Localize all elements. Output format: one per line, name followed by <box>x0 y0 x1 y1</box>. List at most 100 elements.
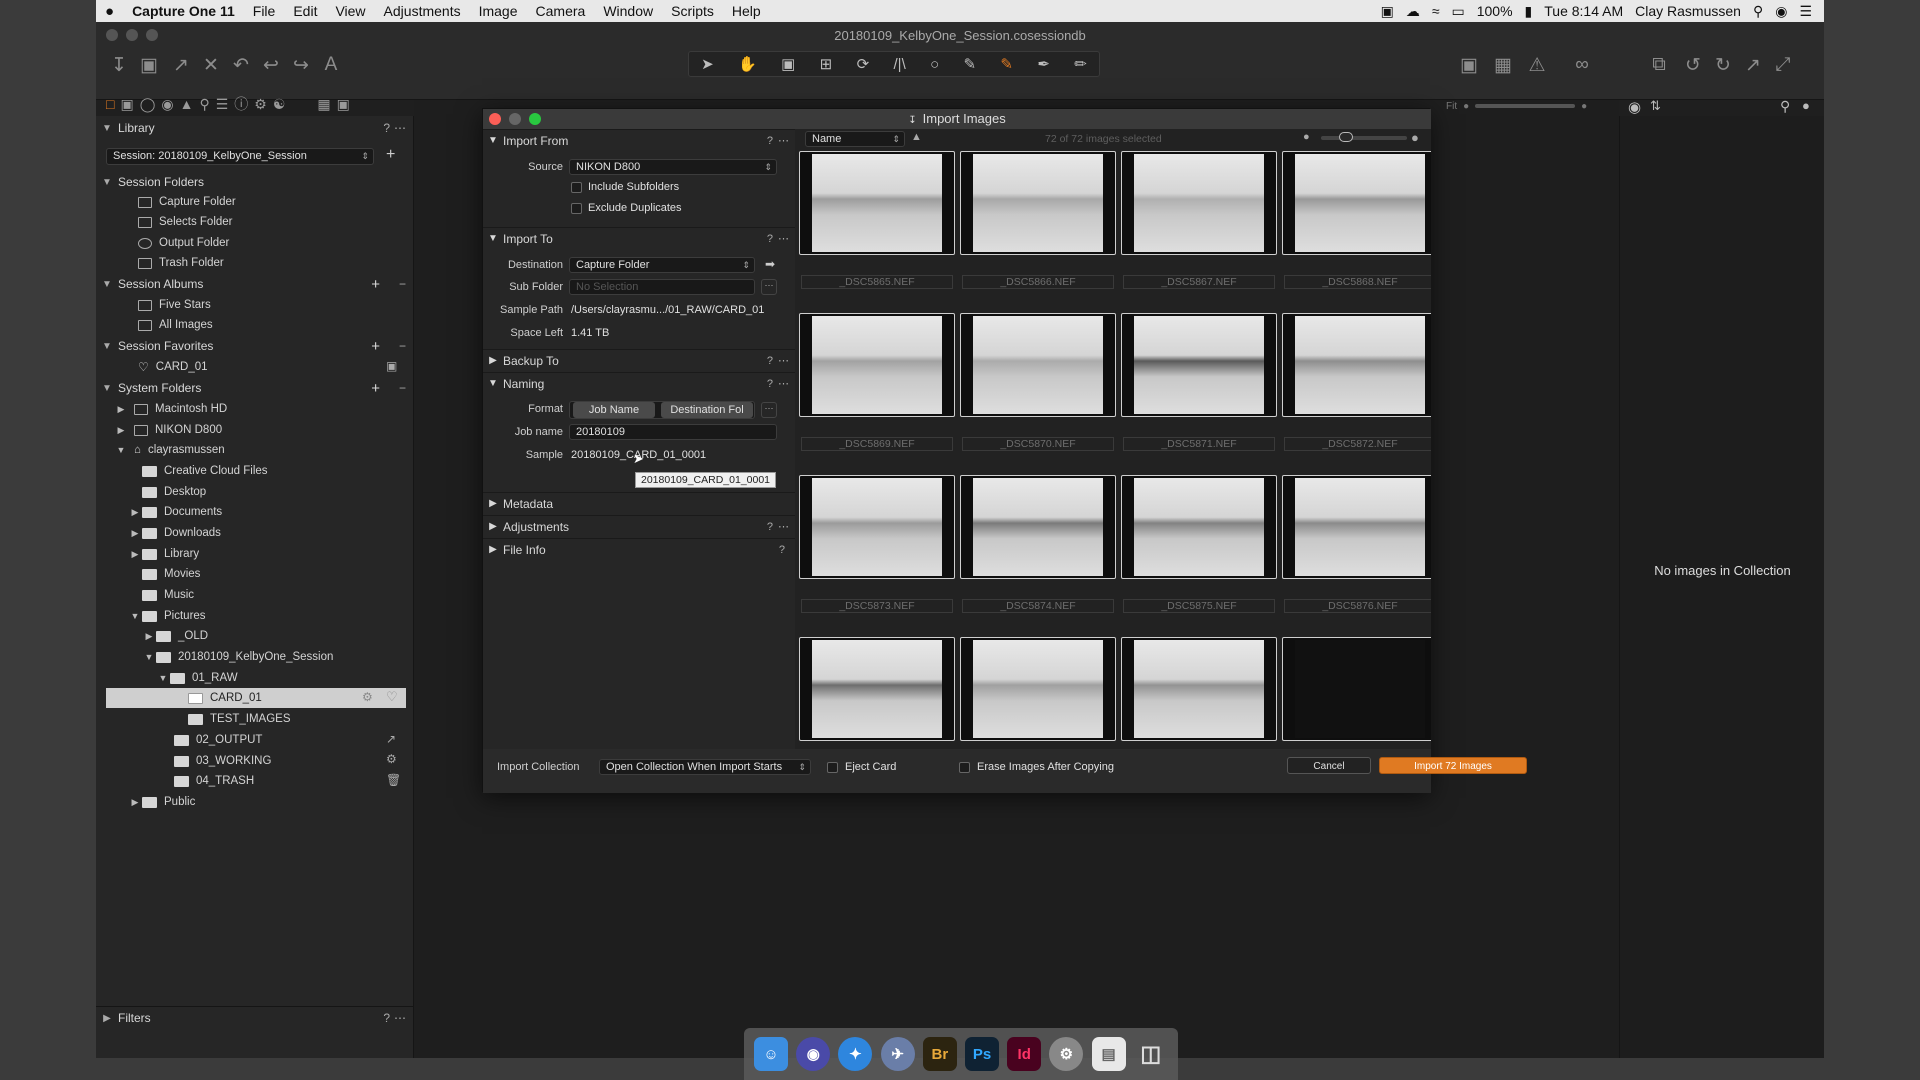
folder-music[interactable]: Music <box>142 585 194 605</box>
more-icon[interactable]: ⋯ <box>778 232 789 245</box>
import-button[interactable]: Import 72 Images <box>1379 757 1527 774</box>
exclude-duplicates-checkbox[interactable] <box>571 203 582 214</box>
sort-icon[interactable]: ⇅ <box>1650 98 1661 114</box>
help-icon[interactable]: ? <box>779 544 785 556</box>
remove-icon[interactable]: − <box>399 339 406 353</box>
launchpad-icon[interactable]: ✈ <box>880 1037 915 1071</box>
import-from-header[interactable]: ▼ Import From ? ⋯ <box>483 129 795 151</box>
color-picker-icon[interactable]: ✒ <box>1037 55 1050 73</box>
add-icon[interactable]: + <box>386 146 395 164</box>
naming-header[interactable]: ▼ Naming ? ⋯ <box>483 372 795 394</box>
folder-macintosh-hd[interactable]: ▶ Macintosh HD <box>114 399 228 419</box>
menu-help[interactable]: Help <box>723 3 770 19</box>
thumbnail[interactable] <box>1121 313 1277 417</box>
system-folders-header[interactable]: ▼ System Folders + − <box>96 378 414 398</box>
wifi-icon[interactable]: ≈ <box>1432 3 1440 19</box>
thumbnail[interactable] <box>1121 475 1277 579</box>
five-stars-item[interactable]: Five Stars <box>138 295 211 315</box>
subfolder-input[interactable]: No Selection <box>569 279 755 295</box>
filters-header[interactable]: ▶ Filters ? ⋯ <box>96 1008 414 1028</box>
subfolder-options-button[interactable]: ⋯ <box>761 279 777 295</box>
grid-icon[interactable]: ▦ <box>1490 52 1516 78</box>
selects-folder-item[interactable]: Selects Folder <box>138 212 233 232</box>
menu-view[interactable]: View <box>326 3 374 19</box>
session-folders-header[interactable]: ▼ Session Folders <box>96 172 414 192</box>
add-icon[interactable]: + <box>371 276 380 293</box>
folder-session[interactable]: ▼ 20180109_KelbyOne_Session <box>142 647 334 667</box>
session-select[interactable]: Session: 20180109_KelbyOne_Session ⇕ <box>106 148 374 165</box>
select-cursor-icon[interactable]: ➤ <box>701 55 714 73</box>
more-icon[interactable]: ⋯ <box>778 354 789 367</box>
photoshop-icon[interactable]: Ps <box>965 1037 1000 1071</box>
crop-cursor-icon[interactable]: ⊞ <box>820 55 833 73</box>
export-icon[interactable]: ↗ <box>168 52 194 78</box>
import-to-header[interactable]: ▼ Import To ? ⋯ <box>483 227 795 249</box>
more-icon[interactable]: ⋯ <box>394 1011 406 1025</box>
remove-icon[interactable]: − <box>399 381 406 395</box>
capture-folder-item[interactable]: Capture Folder <box>138 192 236 212</box>
airplay-icon[interactable]: ▭ <box>1452 3 1465 20</box>
thumbnail[interactable] <box>799 313 955 417</box>
trash-icon[interactable]: 🗑 <box>386 773 401 787</box>
sort-select[interactable]: Name ⇕ <box>805 131 905 147</box>
metadata-header[interactable]: ▶ Metadata <box>483 492 795 514</box>
output-folder-item[interactable]: Output Folder <box>138 233 229 253</box>
job-name-token[interactable]: Job Name <box>573 402 655 418</box>
capture-tab-icon[interactable]: ▣ <box>120 96 133 113</box>
source-select[interactable]: NIKON D800 ⇕ <box>569 159 777 175</box>
rotate-left-icon[interactable]: ↺ <box>1680 52 1706 78</box>
gradient-brush-icon[interactable]: ✎ <box>1000 55 1013 73</box>
slider-knob[interactable] <box>1339 132 1353 142</box>
metadata-tab-icon[interactable]: ⓘ <box>234 94 248 114</box>
creative-cloud-icon[interactable]: ☁ <box>1406 3 1420 20</box>
reset-icon[interactable]: ↶ <box>228 52 254 78</box>
card01-favorite-item[interactable]: ♡ CARD_01 <box>138 357 208 377</box>
thumbnail[interactable] <box>1282 313 1431 417</box>
session-favorites-header[interactable]: ▼ Session Favorites + − <box>96 336 414 356</box>
lens-tab-icon[interactable]: ◯ <box>140 96 156 113</box>
menu-window[interactable]: Window <box>594 3 662 19</box>
brush-cursor-icon[interactable]: ✎ <box>963 55 976 73</box>
folder-nikon-d800[interactable]: ▶ NIKON D800 <box>114 420 223 440</box>
help-icon[interactable]: ? <box>767 135 773 147</box>
folder-public[interactable]: ▶ Public <box>128 792 196 812</box>
import-icon[interactable]: ↧ <box>106 52 132 78</box>
finder-icon[interactable]: ☺ <box>754 1037 789 1071</box>
minimize-dialog-button[interactable] <box>509 113 521 125</box>
camera-icon[interactable]: ▣ <box>136 52 162 78</box>
library-header[interactable]: ▼ Library ? ⋯ <box>96 118 414 138</box>
eye-icon[interactable]: ◉ <box>1628 98 1641 116</box>
thumbnail[interactable] <box>799 151 955 255</box>
keystone-cursor-icon[interactable]: /|\ <box>894 56 906 73</box>
bridge-icon[interactable]: Br <box>922 1037 957 1071</box>
menu-camera[interactable]: Camera <box>527 3 595 19</box>
siri-icon[interactable]: ◉ <box>796 1037 831 1071</box>
help-icon[interactable]: ? <box>383 121 390 135</box>
fit-label[interactable]: Fit <box>1446 101 1457 112</box>
close-dialog-button[interactable] <box>489 113 501 125</box>
batch-tab-icon[interactable]: ☯ <box>273 96 286 113</box>
help-icon[interactable]: ? <box>767 233 773 245</box>
folder-downloads[interactable]: ▶ Downloads <box>128 523 221 543</box>
thumbnail[interactable] <box>799 637 955 741</box>
search-icon[interactable]: ⚲ <box>1780 98 1790 115</box>
output-icon[interactable]: ↗ <box>386 732 396 746</box>
zoom-slider[interactable] <box>1475 104 1576 108</box>
gear-icon[interactable]: ⚙ <box>362 690 373 704</box>
spot-removal-icon[interactable]: ○ <box>930 56 939 73</box>
erase-images-checkbox[interactable] <box>959 762 970 773</box>
format-options-button[interactable]: ⋯ <box>761 402 777 418</box>
rotate-cursor-icon[interactable]: ⟳ <box>857 55 870 73</box>
fullscreen-icon[interactable]: ⤢ <box>1770 52 1796 78</box>
destination-select[interactable]: Capture Folder ⇕ <box>569 257 755 273</box>
all-images-item[interactable]: All Images <box>138 315 213 335</box>
thumbnail-size-slider[interactable] <box>1321 136 1407 140</box>
siri-icon[interactable]: ◉ <box>1775 3 1787 20</box>
notification-center-icon[interactable]: ☰ <box>1799 3 1812 20</box>
more-icon[interactable]: ⋯ <box>778 377 789 390</box>
indesign-icon[interactable]: Id <box>1007 1037 1042 1071</box>
exposure-tab-icon[interactable]: ▲ <box>180 96 194 112</box>
menu-scripts[interactable]: Scripts <box>662 3 723 19</box>
auto-adjust-icon[interactable]: A <box>318 52 344 78</box>
folder-01-raw[interactable]: ▼ 01_RAW <box>156 668 238 688</box>
